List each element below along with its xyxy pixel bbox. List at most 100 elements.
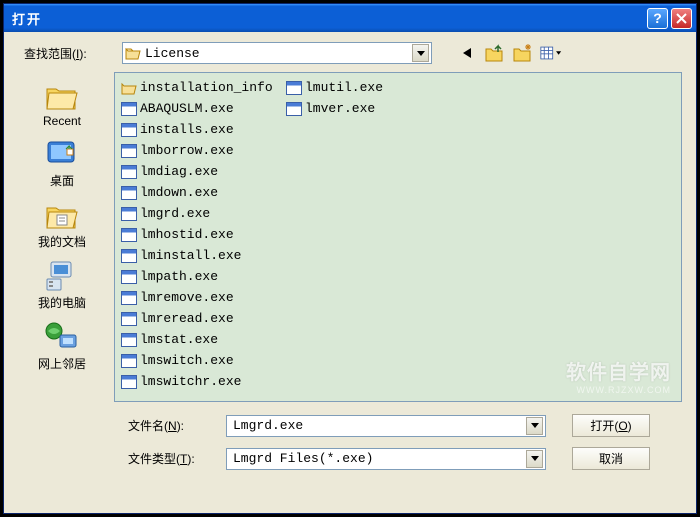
chevron-down-icon: [531, 423, 539, 428]
places-bar: Recent 桌面 我的文档: [18, 72, 106, 402]
arrow-left-icon: [463, 48, 471, 58]
filename-dropdown-arrow[interactable]: [526, 417, 543, 435]
file-item[interactable]: lmstat.exe: [119, 329, 284, 350]
file-name: lmgrd.exe: [140, 206, 210, 221]
chevron-down-icon: [531, 456, 539, 461]
file-name: lmver.exe: [305, 101, 375, 116]
exe-icon: [121, 312, 137, 326]
sidebar-item-label: 桌面: [22, 172, 102, 189]
file-item[interactable]: lmutil.exe: [284, 77, 449, 98]
sidebar-item-recent[interactable]: Recent: [22, 76, 102, 132]
folder-icon: [121, 81, 137, 95]
exe-icon: [121, 186, 137, 200]
exe-icon: [121, 123, 137, 137]
file-item[interactable]: installs.exe: [119, 119, 284, 140]
filetype-combo[interactable]: Lmgrd Files(*.exe): [226, 448, 546, 470]
network-icon: [44, 321, 80, 353]
file-name: lmpath.exe: [140, 269, 218, 284]
file-name: ABAQUSLM.exe: [140, 101, 234, 116]
file-name: lmutil.exe: [305, 80, 383, 95]
sidebar-item-mycomputer[interactable]: 我的电脑: [22, 256, 102, 315]
lookin-dropdown-arrow[interactable]: [412, 44, 429, 62]
folder-up-icon: [485, 44, 505, 62]
file-item[interactable]: lmver.exe: [284, 98, 449, 119]
cancel-button[interactable]: 取消: [572, 447, 650, 470]
file-name: lmhostid.exe: [140, 227, 234, 242]
exe-icon: [121, 102, 137, 116]
up-one-level-button[interactable]: [484, 42, 506, 64]
file-item[interactable]: lmswitchr.exe: [119, 371, 284, 392]
file-item[interactable]: lminstall.exe: [119, 245, 284, 266]
exe-icon: [286, 102, 302, 116]
file-item[interactable]: lmdown.exe: [119, 182, 284, 203]
recent-icon: [44, 80, 80, 112]
file-name: lmdown.exe: [140, 185, 218, 200]
computer-icon: [44, 260, 80, 292]
back-button[interactable]: [456, 42, 478, 64]
filename-combo[interactable]: Lmgrd.exe: [226, 415, 546, 437]
window-title: 打开: [12, 9, 647, 28]
file-item[interactable]: lmremove.exe: [119, 287, 284, 308]
exe-icon: [121, 249, 137, 263]
open-button[interactable]: 打开(O): [572, 414, 650, 437]
sidebar-item-label: 网上邻居: [22, 355, 102, 372]
filetype-dropdown-arrow[interactable]: [526, 450, 543, 468]
sidebar-item-label: 我的文档: [22, 233, 102, 250]
file-item[interactable]: ABAQUSLM.exe: [119, 98, 284, 119]
lookin-label: 查找范围(I):: [24, 45, 116, 62]
sidebar-item-mydocs[interactable]: 我的文档: [22, 195, 102, 254]
title-bar: 打开 ?: [4, 4, 696, 32]
sidebar-item-label: 我的电脑: [22, 294, 102, 311]
file-item[interactable]: lmgrd.exe: [119, 203, 284, 224]
exe-icon: [286, 81, 302, 95]
filename-value: Lmgrd.exe: [229, 418, 526, 433]
file-item[interactable]: lmpath.exe: [119, 266, 284, 287]
exe-icon: [121, 291, 137, 305]
file-name: lmstat.exe: [140, 332, 218, 347]
exe-icon: [121, 375, 137, 389]
file-name: installation_info: [140, 80, 273, 95]
new-folder-icon: [513, 44, 533, 62]
file-item[interactable]: lmswitch.exe: [119, 350, 284, 371]
exe-icon: [121, 270, 137, 284]
views-icon: [540, 44, 562, 62]
new-folder-button[interactable]: [512, 42, 534, 64]
exe-icon: [121, 228, 137, 242]
exe-icon: [121, 207, 137, 221]
file-list-pane[interactable]: installation_info ABAQUSLM.exe installs.ex…: [114, 72, 682, 402]
file-name: installs.exe: [140, 122, 234, 137]
file-name: lmswitch.exe: [140, 353, 234, 368]
lookin-combo[interactable]: License: [122, 42, 432, 64]
filetype-value: Lmgrd Files(*.exe): [229, 451, 526, 466]
close-button[interactable]: [671, 8, 692, 29]
watermark: 软件自学网 WWW.RJZXW.COM: [566, 356, 671, 395]
file-name: lmremove.exe: [140, 290, 234, 305]
chevron-down-icon: [417, 51, 425, 56]
open-dialog: 打开 ? 查找范围(I): License: [3, 3, 697, 514]
file-name: lmswitchr.exe: [140, 374, 241, 389]
exe-icon: [121, 144, 137, 158]
sidebar-item-desktop[interactable]: 桌面: [22, 134, 102, 193]
views-button[interactable]: [540, 42, 562, 64]
desktop-icon: [44, 138, 80, 170]
close-icon: [676, 13, 687, 24]
file-item[interactable]: lmreread.exe: [119, 308, 284, 329]
exe-icon: [121, 165, 137, 179]
exe-icon: [121, 354, 137, 368]
file-item[interactable]: lmdiag.exe: [119, 161, 284, 182]
exe-icon: [121, 333, 137, 347]
help-button[interactable]: ?: [647, 8, 668, 29]
filetype-label: 文件类型(T):: [128, 450, 218, 467]
mydocs-icon: [44, 199, 80, 231]
file-name: lmdiag.exe: [140, 164, 218, 179]
sidebar-item-network[interactable]: 网上邻居: [22, 317, 102, 376]
file-item[interactable]: lmborrow.exe: [119, 140, 284, 161]
file-item[interactable]: lmhostid.exe: [119, 224, 284, 245]
folder-open-icon: [125, 46, 141, 60]
file-name: lmreread.exe: [140, 311, 234, 326]
folder-item[interactable]: installation_info: [119, 77, 284, 98]
lookin-value: License: [145, 46, 412, 61]
file-name: lmborrow.exe: [140, 143, 234, 158]
sidebar-item-label: Recent: [22, 114, 102, 128]
file-name: lminstall.exe: [140, 248, 241, 263]
